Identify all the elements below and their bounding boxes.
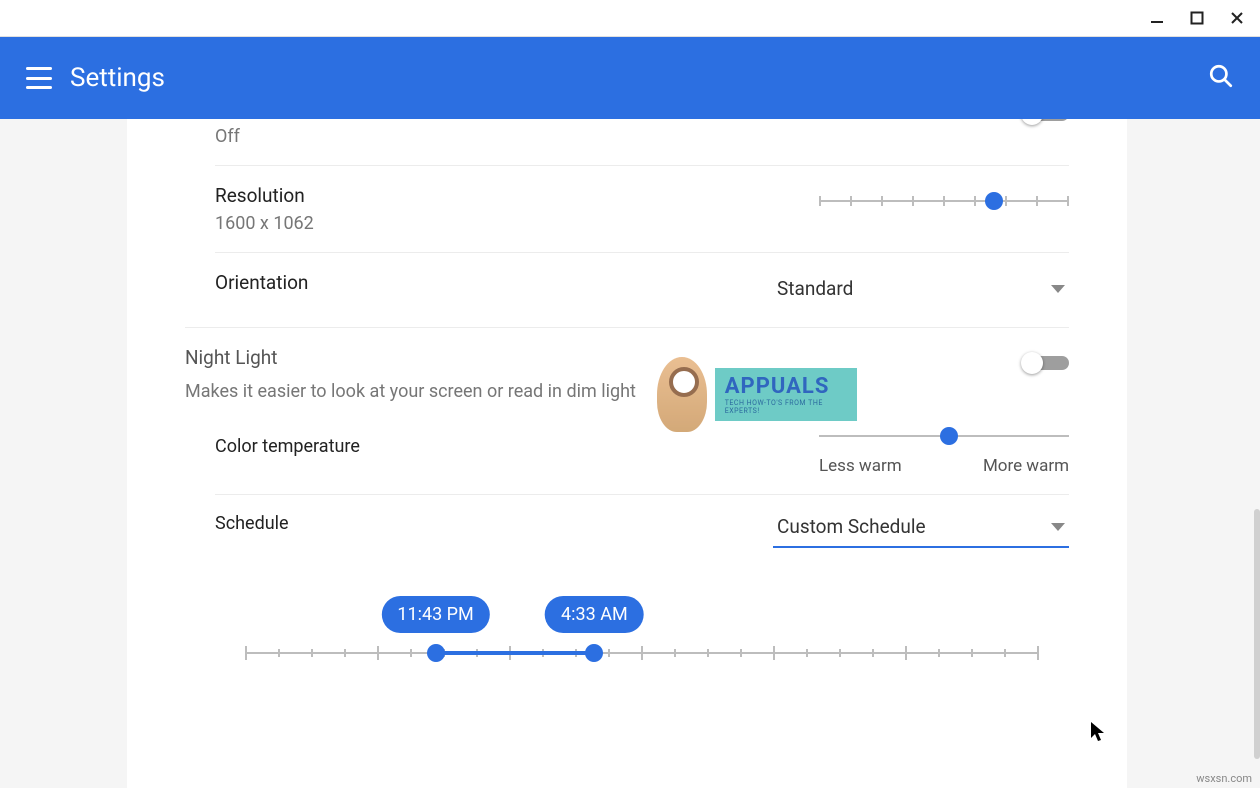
night-light-section: Night Light Makes it easier to look at y… — [185, 328, 1069, 408]
settings-panel: . Off Resolution 1600 x 1062 — [127, 119, 1127, 788]
hidden-setting-toggle[interactable] — [1021, 119, 1069, 125]
resolution-row: Resolution 1600 x 1062 — [185, 166, 1069, 252]
search-icon[interactable] — [1208, 63, 1234, 93]
window-minimize-button[interactable] — [1148, 9, 1166, 27]
color-temperature-row: Color temperature Less warm More warm — [185, 408, 1069, 494]
chevron-down-icon — [1051, 285, 1065, 293]
window-titlebar — [0, 0, 1260, 37]
color-temperature-slider[interactable] — [819, 426, 1069, 446]
chevron-down-icon — [1051, 523, 1065, 531]
more-warm-label: More warm — [983, 456, 1069, 476]
menu-icon[interactable] — [26, 67, 52, 89]
schedule-start-handle[interactable] — [427, 644, 445, 662]
night-light-description: Makes it easier to look at your screen o… — [185, 381, 991, 402]
source-site-label: wsxsn.com — [1196, 772, 1252, 785]
schedule-value: Custom Schedule — [777, 515, 926, 538]
schedule-start-bubble: 11:43 PM — [381, 596, 489, 633]
night-light-toggle[interactable] — [1021, 352, 1069, 374]
schedule-label: Schedule — [215, 513, 289, 534]
mouse-cursor-icon — [1090, 721, 1106, 743]
schedule-row: Schedule Custom Schedule — [185, 495, 1069, 566]
window-maximize-button[interactable] — [1188, 9, 1206, 27]
schedule-end-handle[interactable] — [585, 644, 603, 662]
orientation-label: Orientation — [215, 271, 743, 294]
orientation-row: Orientation Standard — [185, 253, 1069, 327]
schedule-end-bubble: 4:33 AM — [545, 596, 644, 633]
hidden-setting-value: Off — [215, 126, 991, 147]
app-header: Settings — [0, 37, 1260, 119]
resolution-value: 1600 x 1062 — [215, 213, 789, 234]
resolution-label: Resolution — [215, 184, 789, 207]
schedule-dropdown[interactable]: Custom Schedule — [773, 513, 1069, 548]
window-close-button[interactable] — [1228, 9, 1246, 27]
resolution-slider[interactable] — [819, 191, 1069, 211]
orientation-dropdown[interactable]: Standard — [773, 275, 1069, 309]
color-temperature-label: Color temperature — [215, 436, 360, 457]
night-light-title: Night Light — [185, 346, 991, 369]
scrollbar[interactable] — [1254, 509, 1260, 759]
schedule-time-range[interactable]: 11:43 PM 4:33 AM — [215, 596, 1069, 676]
page-title: Settings — [70, 63, 1208, 93]
display-unknown-toggle-row: . Off — [185, 119, 1069, 165]
less-warm-label: Less warm — [819, 456, 902, 476]
orientation-value: Standard — [777, 277, 853, 300]
